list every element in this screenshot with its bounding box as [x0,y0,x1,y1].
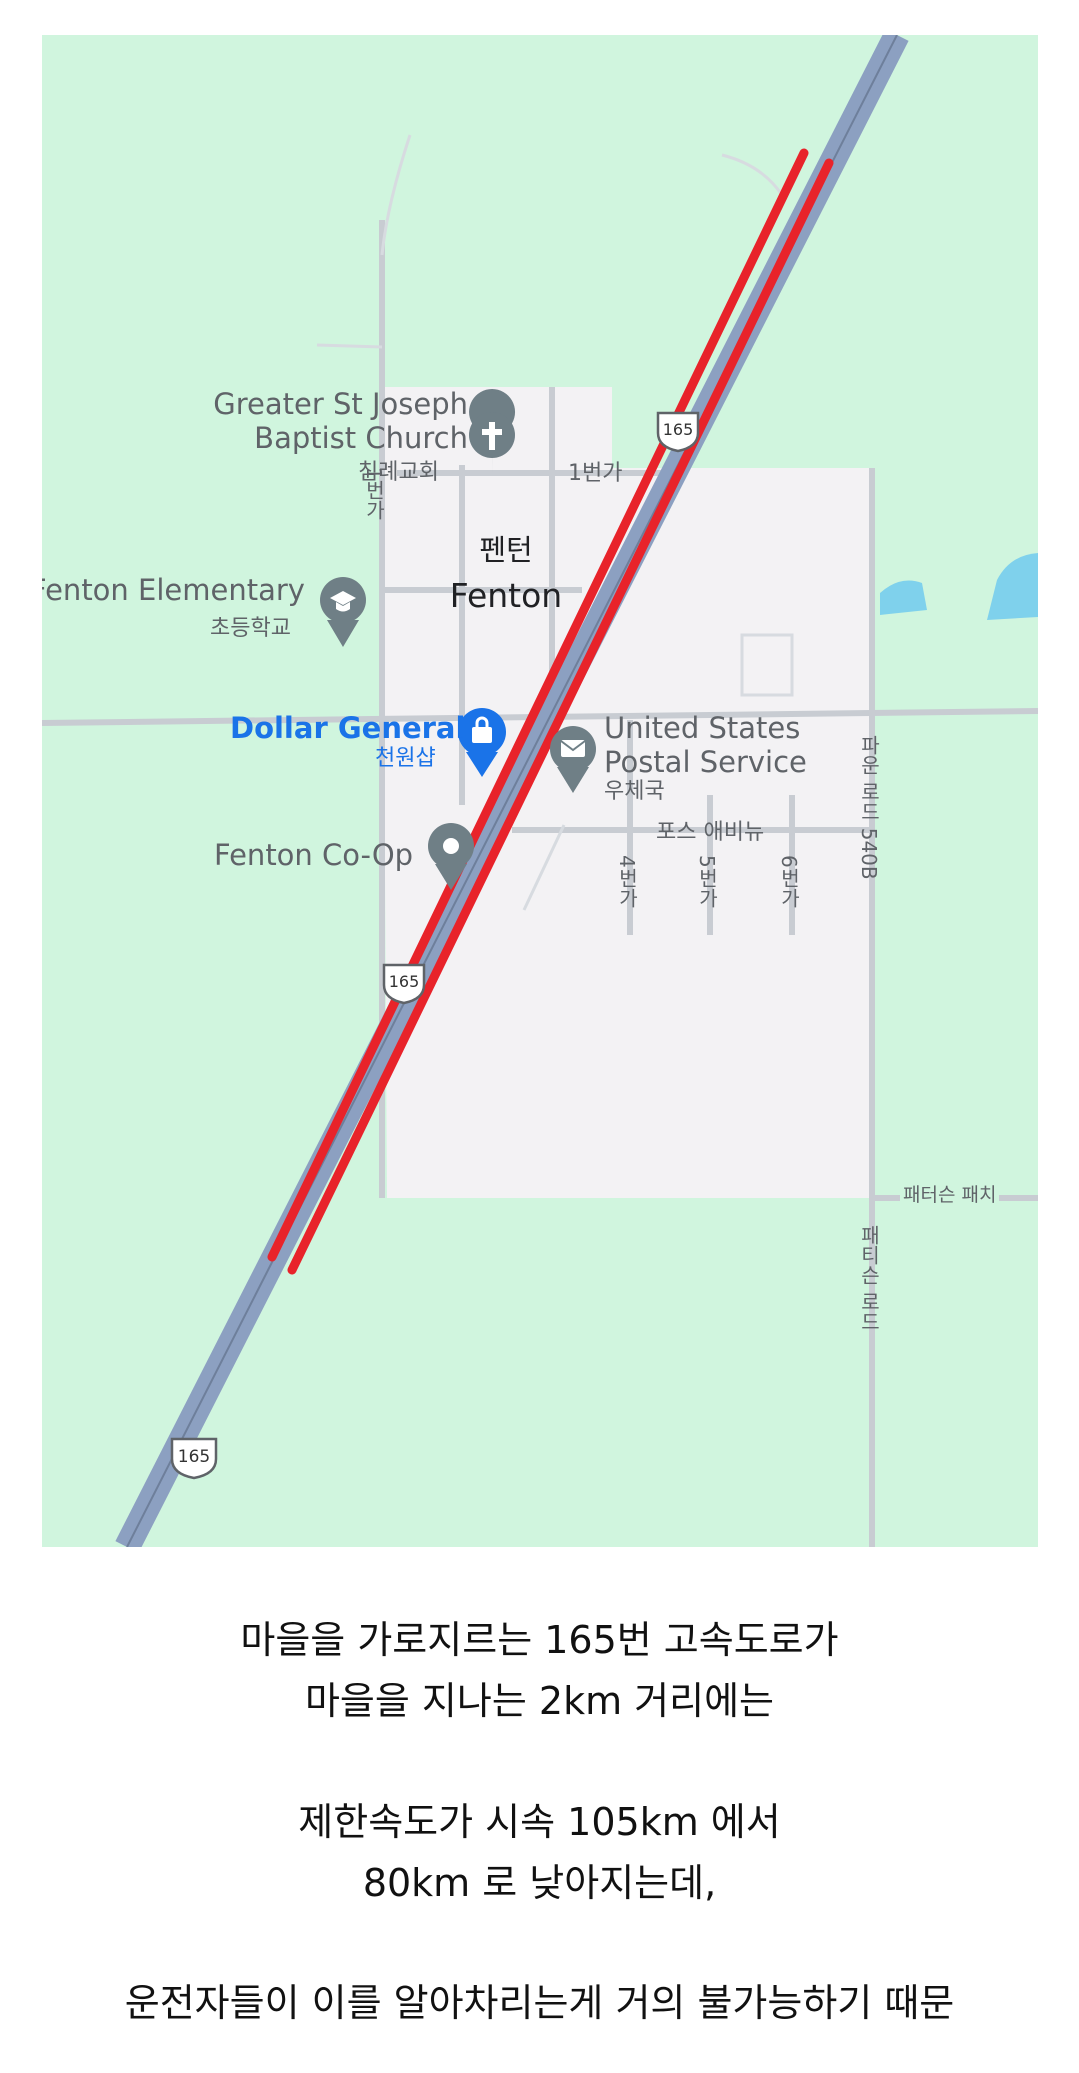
school-label[interactable]: Fenton Elementary [42,574,305,607]
caption-line: 제한속도가 시속 105km 에서 [298,1800,781,1844]
street-label: 포스 애비뉴 [656,820,765,845]
street-label: 패티슨 로드 [857,1225,881,1332]
church-label[interactable]: Greater St Joseph Baptist Church [178,387,468,455]
map-canvas [42,35,1038,1547]
highway-shield-label: 165 [662,420,694,439]
street-label: 1번가 [362,467,386,520]
street-label: 1번가 [568,461,623,486]
street-label: 패터슨 패치 [900,1185,1000,1206]
store-label-ko: 천원샵 [375,746,436,771]
store-label[interactable]: Dollar General [230,712,465,745]
caption-line: 마을을 지나는 2km 거리에는 [304,1679,775,1723]
caption-line: 마을을 가로지르는 165번 고속도로가 [240,1618,839,1662]
street-label: 파운 로드 540B [857,735,881,880]
lake [987,553,1038,620]
post-office-label[interactable]: United States Postal Service [604,711,834,779]
lake [880,580,927,615]
street-label: 5번가 [695,855,719,908]
highway-shield-label: 165 [388,972,420,991]
street-label: 6번가 [777,855,801,908]
post-office-label-ko: 우체국 [604,779,665,804]
highway-shield-label: 165 [177,1447,211,1467]
school-label-ko: 초등학교 [210,616,291,641]
town-label-en: Fenton [449,576,563,615]
map-view[interactable]: Greater St Joseph Baptist Church 침례교회 Fe… [42,35,1038,1547]
caption-line: 80km 로 낮아지는데, [362,1861,717,1905]
street-label: 4번가 [615,855,639,908]
town-label-ko: 펜턴 [479,533,533,567]
graduation-cap-icon [320,577,366,647]
coop-label[interactable]: Fenton Co-Op [214,839,413,872]
caption-line: 운전자들이 이를 알아차리는게 거의 불가능하기 때문 [124,1981,955,2025]
